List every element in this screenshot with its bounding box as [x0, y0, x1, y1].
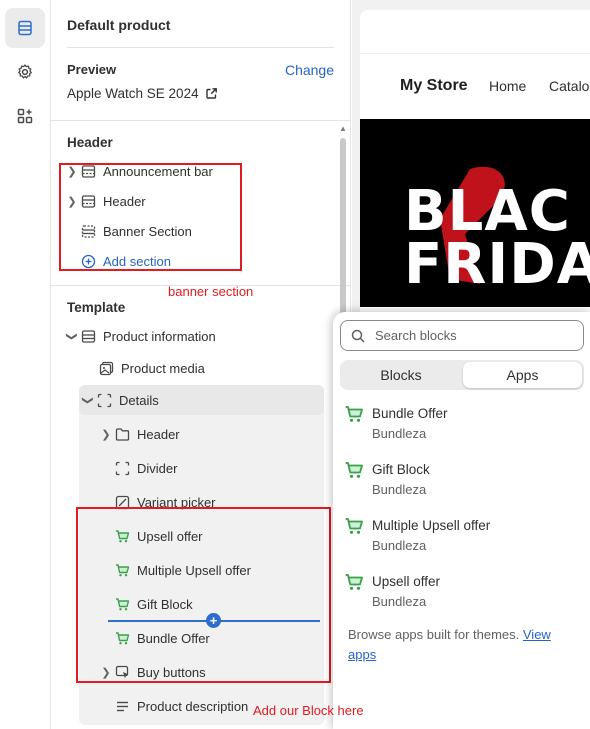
divider — [51, 120, 350, 121]
app-block-multiple-upsell-offer[interactable]: Multiple Upsell offer Bundleza — [344, 516, 584, 560]
black-friday-banner: BLAC FRIDA — [360, 119, 590, 307]
app-block-name: Upsell offer — [372, 574, 441, 589]
group-icon — [95, 392, 113, 408]
block-label: Product media — [121, 360, 205, 376]
announcement-bar — [360, 10, 590, 54]
banner-annotation-box — [59, 163, 242, 271]
app-block-upsell-offer[interactable]: Upsell offer Bundleza — [344, 572, 584, 616]
browse-apps-text: Browse apps built for themes. — [348, 627, 520, 642]
theme-settings-button[interactable] — [5, 52, 45, 92]
store-nav-catalog[interactable]: Catalo — [549, 78, 589, 94]
app-block-gift-block[interactable]: Gift Block Bundleza — [344, 460, 584, 504]
preview-label: Preview — [67, 62, 117, 77]
divider-icon — [113, 460, 131, 476]
page-title: Default product — [67, 17, 171, 33]
banner-annotation-text: banner section — [168, 284, 254, 299]
section-label: Product information — [103, 328, 216, 344]
block-picker-popover: Blocks Apps Bundle Offer Bundleza Gift B… — [333, 312, 590, 729]
store-nav-home[interactable]: Home — [489, 78, 526, 94]
block-details[interactable]: ❯ Details — [81, 387, 159, 413]
cart-app-icon — [345, 406, 363, 422]
cart-app-icon — [345, 462, 363, 478]
block-label: Details — [119, 392, 159, 408]
block-label: Header — [137, 426, 180, 442]
browse-apps-note: Browse apps built for themes. View apps — [348, 625, 578, 665]
app-block-name: Multiple Upsell offer — [372, 518, 491, 533]
apps-icon — [17, 108, 33, 124]
app-block-name: Gift Block — [372, 462, 430, 477]
app-block-vendor: Bundleza — [372, 482, 427, 497]
block-product-description[interactable]: Product description — [113, 693, 248, 719]
settings-icon — [18, 64, 32, 79]
block-label: Divider — [137, 460, 178, 476]
preview-product-name: Apple Watch SE 2024 — [67, 86, 199, 101]
text-lines-icon — [113, 698, 131, 714]
block-header[interactable]: ❯ Header — [99, 421, 180, 447]
preview-product[interactable]: Apple Watch SE 2024 — [67, 86, 218, 101]
divider — [67, 47, 334, 48]
app-block-name: Bundle Offer — [372, 406, 448, 421]
sections-nav-button[interactable] — [5, 8, 45, 48]
app-block-vendor: Bundleza — [372, 538, 427, 553]
block-annotation-box — [76, 507, 331, 683]
app-block-vendor: Bundleza — [372, 594, 427, 609]
sections-icon — [18, 20, 32, 36]
external-link-icon — [205, 88, 217, 99]
block-product-media[interactable]: Product media — [97, 355, 205, 381]
search-blocks-input[interactable] — [375, 328, 565, 343]
change-preview-link[interactable]: Change — [285, 62, 334, 78]
search-blocks-field[interactable] — [340, 320, 584, 351]
scroll-up-arrow[interactable]: ▲ — [339, 124, 347, 133]
picker-tabs: Blocks Apps — [340, 360, 584, 390]
block-label: Product description — [137, 698, 249, 714]
tab-apps[interactable]: Apps — [463, 362, 582, 388]
chevron-down-icon[interactable]: ❯ — [66, 329, 79, 343]
apps-nav-button[interactable] — [5, 96, 45, 136]
block-annotation-text: Add our Block here — [253, 703, 364, 718]
search-icon — [351, 329, 365, 343]
sidebar-scrollbar[interactable] — [340, 138, 346, 318]
chevron-down-icon[interactable]: ❯ — [82, 393, 95, 407]
app-block-bundle-offer[interactable]: Bundle Offer Bundleza — [344, 404, 584, 448]
media-icon — [97, 360, 115, 376]
section-product-information[interactable]: ❯ Product information — [65, 323, 216, 349]
cart-app-icon — [345, 518, 363, 534]
header-group-title: Header — [67, 135, 113, 150]
cart-app-icon — [345, 574, 363, 590]
block-divider[interactable]: Divider — [113, 455, 177, 481]
section-icon — [79, 328, 97, 344]
template-group-title: Template — [67, 300, 126, 315]
chevron-right-icon[interactable]: ❯ — [99, 428, 113, 441]
app-block-vendor: Bundleza — [372, 426, 427, 441]
store-name[interactable]: My Store — [400, 77, 468, 95]
banner-text-line-2: FRIDA — [404, 232, 590, 297]
folder-icon — [113, 426, 131, 442]
left-rail — [0, 0, 51, 729]
tab-blocks[interactable]: Blocks — [342, 362, 460, 388]
